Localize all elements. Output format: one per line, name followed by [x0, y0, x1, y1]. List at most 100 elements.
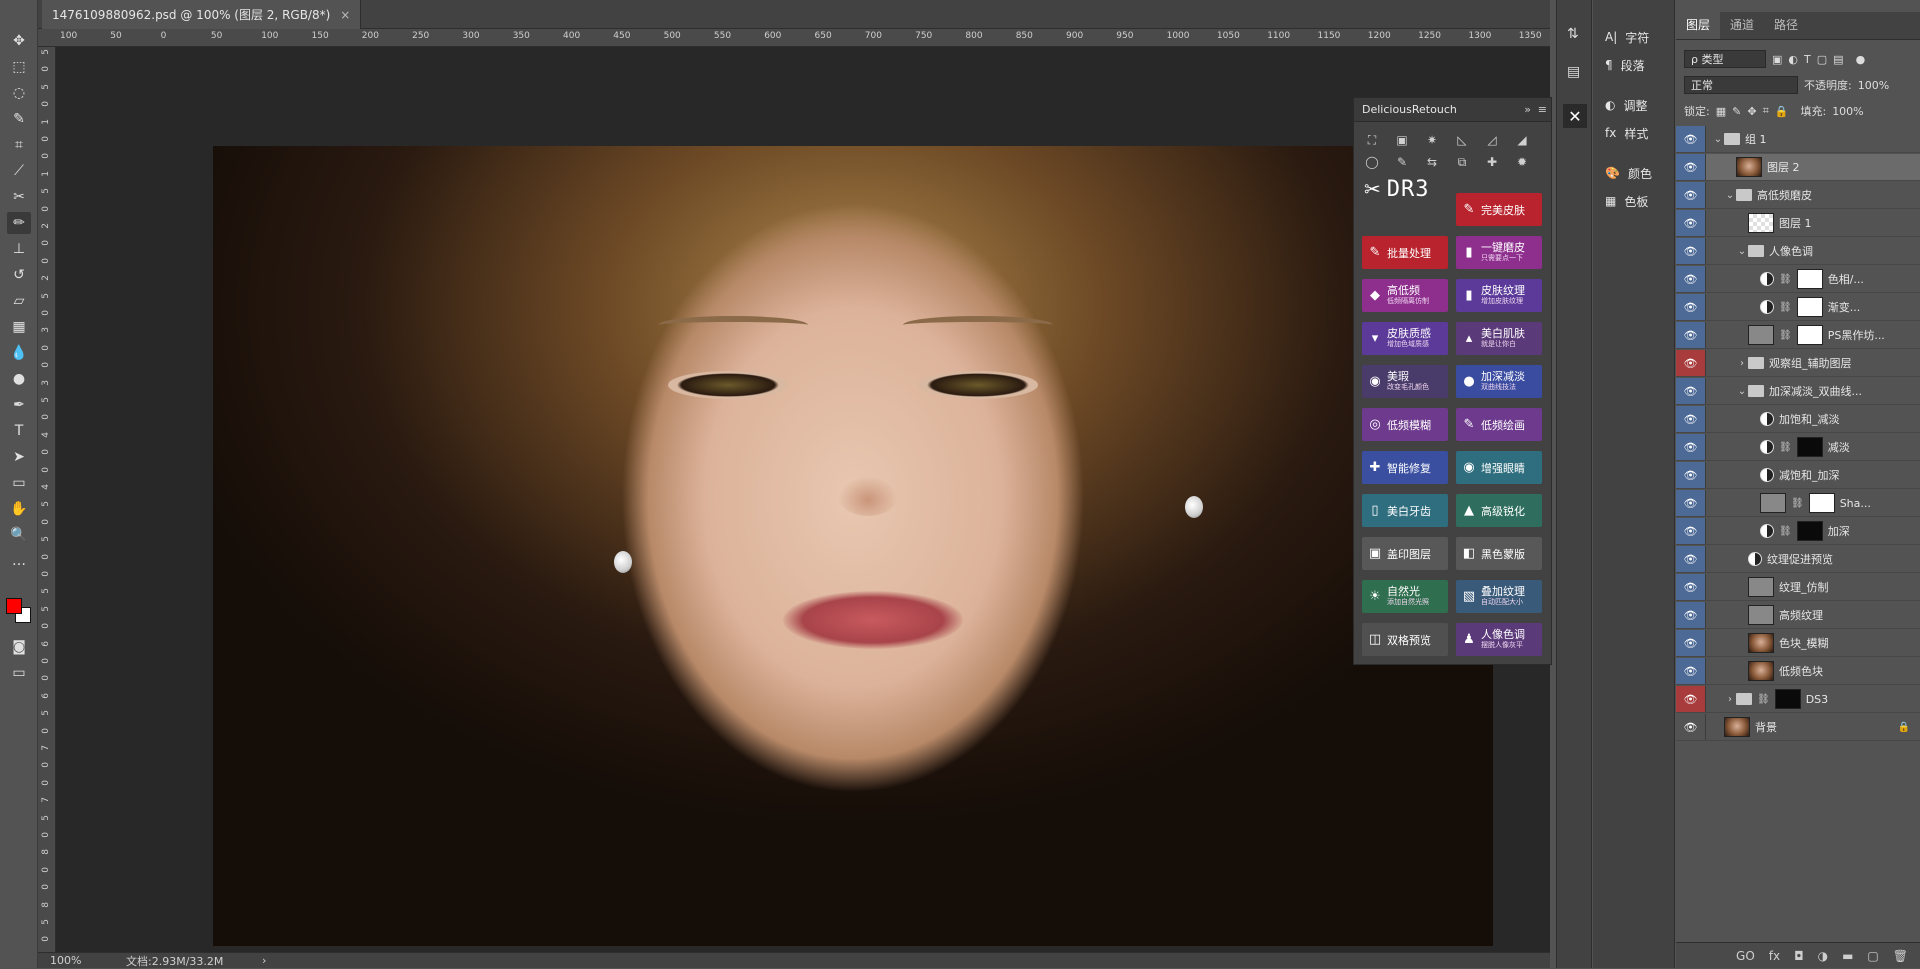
ruler-vertical[interactable]: 5 0 5 0 1 0 0 1 5 0 2 0 0 2 5 0 3 0 0 3 5 0 4 0 0 4 5 0 5 0 0 5 5 0 6 0 0 6 5 0…	[38, 47, 56, 952]
layer-row[interactable]: 👁 ⛓ 色相/...	[1676, 266, 1920, 293]
path-select-tool[interactable]: ➤	[7, 446, 31, 468]
dr3-button[interactable]: ♟ 人像色调 摆脱人像灰平	[1456, 623, 1542, 656]
eye-icon[interactable]: 👁	[1676, 518, 1706, 544]
eye-icon[interactable]: 👁	[1676, 630, 1706, 656]
tab-layers[interactable]: 图层	[1676, 10, 1721, 39]
quick-mask-icon[interactable]: ◙	[7, 636, 31, 658]
lasso-icon[interactable]: ◯	[1364, 154, 1380, 170]
layer-row[interactable]: 👁 图层 2	[1676, 154, 1920, 181]
tab-paths[interactable]: 路径	[1764, 10, 1808, 39]
eye-icon[interactable]: 👁	[1676, 350, 1706, 376]
eye-icon[interactable]: 👁	[1676, 658, 1706, 684]
portrait-image[interactable]	[213, 146, 1493, 946]
eye-icon[interactable]: 👁	[1676, 154, 1706, 180]
eye-icon[interactable]: 👁	[1676, 266, 1706, 292]
dr3-button[interactable]: ✎ 批量处理	[1362, 236, 1448, 269]
settings-icon[interactable]: ✹	[1514, 154, 1530, 170]
dodge-tool[interactable]: ●	[7, 368, 31, 390]
dr3-button[interactable]: ✚ 智能修复	[1362, 451, 1448, 484]
foreground-color-swatch[interactable]	[6, 598, 22, 614]
eye-icon[interactable]: 👁	[1676, 714, 1706, 740]
crop-tool[interactable]: ⌗	[7, 134, 31, 156]
eye-icon[interactable]: 👁	[1676, 210, 1706, 236]
brush-tool[interactable]: ✏	[7, 212, 31, 234]
lock-artboard-icon[interactable]: ⌗	[1763, 104, 1769, 118]
eye-icon[interactable]: 👁	[1676, 406, 1706, 432]
zoom-tool[interactable]: 🔍	[7, 524, 31, 546]
expand-arrow-icon[interactable]: ⌄	[1736, 246, 1748, 257]
layer-row[interactable]: 👁 图层 1	[1676, 210, 1920, 237]
adjustment-layer-icon[interactable]: ◑	[1818, 949, 1828, 963]
eye-icon[interactable]: 👁	[1676, 686, 1706, 712]
status-menu-arrow[interactable]: ›	[262, 954, 266, 967]
layer-row[interactable]: 👁 色块_模糊	[1676, 630, 1920, 657]
filter-type-icon[interactable]: T	[1804, 53, 1811, 66]
layer-row[interactable]: 👁 ⌄ 加深减淡_双曲线...	[1676, 378, 1920, 405]
dr3-button[interactable]: ◎ 低频模糊	[1362, 408, 1448, 441]
dr3-button[interactable]: ▮ 皮肤纹理 增加皮肤纹理	[1456, 279, 1542, 312]
dr3-header[interactable]: DeliciousRetouch » ≡	[1354, 98, 1551, 122]
eye-icon[interactable]: 👁	[1676, 182, 1706, 208]
marquee-tool[interactable]: ⬚	[7, 56, 31, 78]
dr3-button[interactable]: ▮ 一键磨皮 只需要点一下	[1456, 236, 1542, 269]
dr3-button[interactable]: ▴ 美白肌肤 就是让你白	[1456, 322, 1542, 355]
healing-tool[interactable]: ✂	[7, 186, 31, 208]
expand-arrow-icon[interactable]: ⌄	[1712, 134, 1724, 145]
stamp-tool[interactable]: ⊥	[7, 238, 31, 260]
history-icon[interactable]: ⇅	[1567, 26, 1579, 42]
eye-icon[interactable]: 👁	[1676, 490, 1706, 516]
layer-row[interactable]: 👁 减饱和_加深	[1676, 462, 1920, 489]
dr3-button[interactable]: ✎ 低频绘画	[1456, 408, 1542, 441]
layer-row[interactable]: 👁 低频色块	[1676, 658, 1920, 685]
new-layer-icon[interactable]: ▢	[1867, 949, 1878, 963]
bandage-icon[interactable]: ✚	[1484, 154, 1500, 170]
layer-row[interactable]: 👁 ⌄ 高低频磨皮	[1676, 182, 1920, 209]
fill-value[interactable]: 100%	[1832, 105, 1863, 118]
dock-item[interactable]: 🎨 颜色	[1593, 160, 1674, 186]
move-tool[interactable]: ✥	[7, 30, 31, 52]
eye-icon[interactable]: 👁	[1676, 434, 1706, 460]
blur-tool[interactable]: 💧	[7, 342, 31, 364]
close-icon[interactable]: ×	[340, 8, 350, 22]
blend-mode-select[interactable]: 正常	[1684, 76, 1798, 94]
levels-low-icon[interactable]: ◺	[1454, 132, 1470, 148]
document-tab[interactable]: 1476109880962.psd @ 100% (图层 2, RGB/8*) …	[42, 0, 362, 29]
ruler-horizontal[interactable]: 100 50 0 50 100 150 200 250 300 350 400 450 500 550 60…	[38, 29, 1550, 47]
shape-tool[interactable]: ▭	[7, 472, 31, 494]
dr3-icon[interactable]: ✕	[1563, 104, 1587, 128]
eye-icon[interactable]: 👁	[1676, 294, 1706, 320]
quick-select-tool[interactable]: ✎	[7, 108, 31, 130]
dr3-button[interactable]: ▲ 高级锐化	[1456, 494, 1542, 527]
link-layers-icon[interactable]: GO	[1736, 949, 1755, 963]
more-tools[interactable]: …	[7, 550, 31, 572]
copy-icon[interactable]: ⧉	[1454, 154, 1470, 170]
canvas-area[interactable]	[56, 47, 1550, 952]
eye-icon[interactable]: 👁	[1676, 322, 1706, 348]
lasso-tool[interactable]: ◌	[7, 82, 31, 104]
layer-row[interactable]: 👁 ⛓ 渐变...	[1676, 294, 1920, 321]
layer-row[interactable]: 👁 ⛓ Sha...	[1676, 490, 1920, 517]
type-tool[interactable]: T	[7, 420, 31, 442]
hand-tool[interactable]: ✋	[7, 498, 31, 520]
eye-icon[interactable]: 👁	[1676, 574, 1706, 600]
swap-icon[interactable]: ⇆	[1424, 154, 1440, 170]
panel-menu-icon[interactable]: ≡	[1538, 103, 1547, 116]
dr3-button[interactable]: ▯ 美白牙齿	[1362, 494, 1448, 527]
dr3-button[interactable]: ◧ 黑色蒙版	[1456, 537, 1542, 570]
layer-filter-select[interactable]: ρ 类型	[1684, 50, 1766, 68]
levels-mid-icon[interactable]: ◿	[1484, 132, 1500, 148]
trash-icon[interactable]: 🗑	[1893, 949, 1908, 963]
collapse-icon[interactable]: »	[1524, 103, 1531, 116]
screen-mode-icon[interactable]: ▭	[7, 662, 31, 684]
dock-item[interactable]: A| 字符	[1593, 24, 1674, 50]
fx-icon[interactable]: fx	[1769, 949, 1780, 963]
lock-move-icon[interactable]: ✥	[1747, 105, 1756, 118]
filter-toggle-icon[interactable]: ●	[1856, 53, 1866, 66]
layer-row[interactable]: 👁 ⌄ 组 1	[1676, 126, 1920, 153]
expand-arrow-icon[interactable]: ›	[1736, 358, 1748, 369]
expand-arrow-icon[interactable]: ⌄	[1736, 386, 1748, 397]
add-mask-icon[interactable]: ◘	[1794, 949, 1804, 963]
new-group-icon[interactable]: ▬	[1842, 949, 1853, 963]
zoom-level[interactable]: 100%	[50, 954, 81, 967]
layer-row[interactable]: 👁 ⌄ 人像色调	[1676, 238, 1920, 265]
